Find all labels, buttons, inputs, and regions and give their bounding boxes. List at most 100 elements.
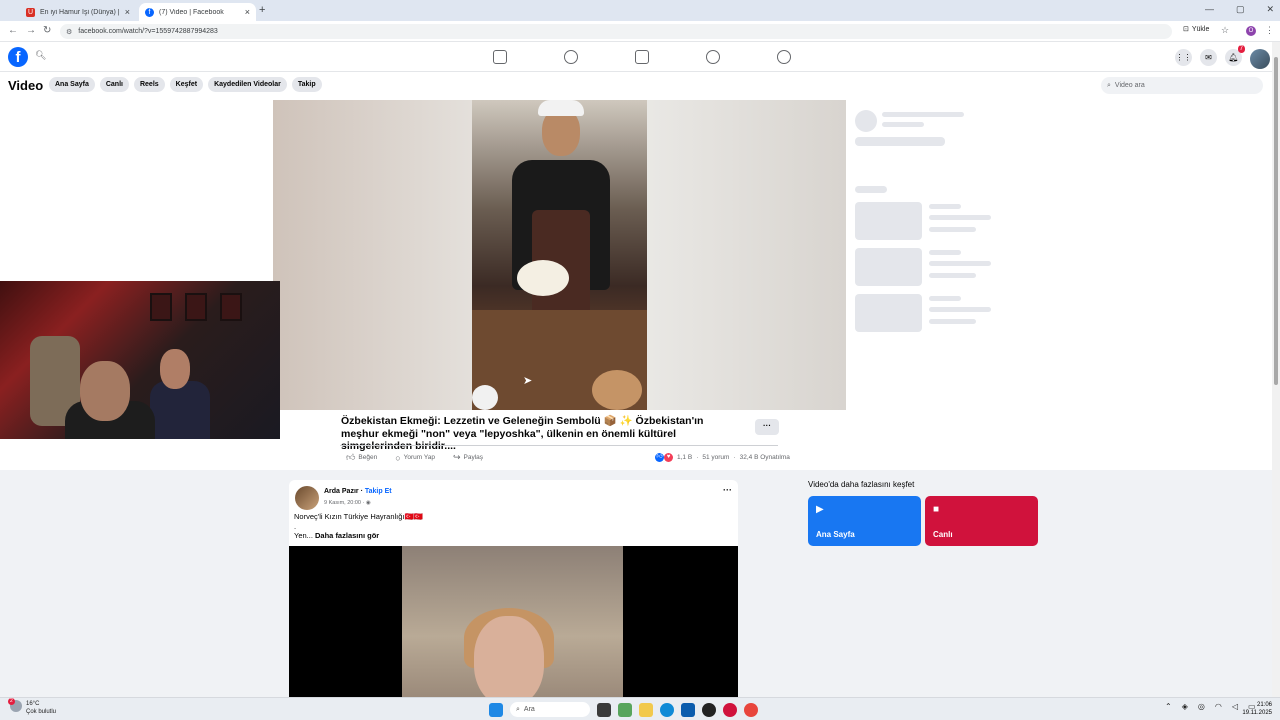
file-explorer-icon[interactable] <box>639 702 653 717</box>
skeleton-line <box>929 215 991 220</box>
love-reaction-icon: ♥ <box>664 453 673 462</box>
skeleton-line <box>929 204 961 209</box>
follow-button[interactable]: Takip Et <box>365 488 392 495</box>
comment-button[interactable]: ○ Yorum Yap <box>395 452 435 463</box>
video-search-input[interactable]: ⌕ Video ara <box>1101 77 1263 94</box>
task-view-icon[interactable] <box>597 702 611 717</box>
skeleton-thumb <box>855 202 922 240</box>
explore-title: Video'da daha fazlasını keşfet <box>808 480 915 489</box>
skeleton-line <box>855 186 887 193</box>
browser-tab-bar: U En iyi Hamur İşi (Dünya) | UwU × f (7)… <box>0 0 1280 21</box>
search-icon: ⌕ <box>516 705 520 713</box>
video-cup <box>472 385 498 410</box>
account-avatar[interactable] <box>1250 49 1270 69</box>
groups-icon[interactable] <box>706 50 720 64</box>
explore-card-home[interactable]: ▶ Ana Sayfa <box>808 496 921 546</box>
video-more-options-button[interactable]: ··· <box>755 419 779 435</box>
address-bar-row: ← → ↻ ⚙ facebook.com/watch/?v=1559742887… <box>0 21 1280 42</box>
comment-label: Yorum Yap <box>403 454 435 461</box>
tray-chevron-icon[interactable]: ⌃ <box>1165 702 1172 711</box>
forward-arrow-icon[interactable]: → <box>26 25 36 36</box>
skeleton-line <box>929 261 991 266</box>
edge-browser-icon[interactable] <box>660 702 674 717</box>
home-icon[interactable] <box>493 50 507 64</box>
friends-icon[interactable] <box>564 50 578 64</box>
facebook-logo[interactable]: f <box>8 47 28 67</box>
tab-close-icon[interactable]: × <box>245 7 250 17</box>
weather-badge: 2 <box>8 698 15 705</box>
post-author-avatar[interactable] <box>295 486 319 510</box>
weather-widget[interactable]: 2 16°C Çok bulutlu <box>8 698 57 716</box>
share-button[interactable]: ↪ Paylaş <box>453 452 483 463</box>
store-icon[interactable] <box>681 702 695 717</box>
browser-tab-facebook[interactable]: f (7) Video | Facebook × <box>139 3 256 21</box>
reaction-count[interactable]: 1,1 B <box>677 454 692 461</box>
weather-desc: Çok bulutlu <box>26 709 57 715</box>
windows-start-icon[interactable] <box>489 702 503 717</box>
install-app-button[interactable]: ⊡ Yükle <box>1183 25 1210 34</box>
menu-grid-icon[interactable]: ⋮⋮ <box>1175 49 1192 66</box>
skeleton-line <box>882 112 964 117</box>
volume-icon[interactable]: ◁ <box>1232 702 1238 711</box>
messenger-icon[interactable]: ✉ <box>1200 49 1217 66</box>
video-play-icon: ▶ <box>816 504 824 515</box>
browser-tab-uwu[interactable]: U En iyi Hamur İşi (Dünya) | UwU × <box>20 3 136 21</box>
post-text: Norveç'li Kızın Türkiye Hayranlığı🇹🇷🇹🇷 . <box>294 512 423 532</box>
scrollbar-thumb[interactable] <box>1274 57 1278 385</box>
share-label: Paylaş <box>463 454 484 461</box>
header-right-controls: ⋮⋮ ✉ 🔔︎ 7 <box>1175 45 1270 69</box>
post-video[interactable] <box>289 546 738 697</box>
browser-profile-avatar[interactable]: O <box>1246 26 1256 36</box>
pill-saved-videos[interactable]: Kaydedilen Videolar <box>208 77 287 92</box>
site-info-icon[interactable]: ⚙ <box>66 28 72 36</box>
pill-live[interactable]: Canlı <box>99 77 129 92</box>
post-menu-button[interactable]: ··· <box>723 485 732 495</box>
install-label: Yükle <box>1191 25 1210 33</box>
maximize-button[interactable]: ▢ <box>1236 4 1245 15</box>
close-window-button[interactable]: ✕ <box>1266 4 1274 15</box>
skeleton-line <box>855 137 945 146</box>
back-arrow-icon[interactable]: ← <box>8 25 18 36</box>
bookmark-star-icon[interactable]: ☆ <box>1221 25 1229 36</box>
explore-card-live[interactable]: ■ Canlı <box>925 496 1038 546</box>
facebook-header: f 🔍︎ ⋮⋮ ✉ 🔔︎ 7 <box>0 42 1280 72</box>
new-tab-button[interactable]: + <box>259 4 265 16</box>
windows-taskbar: 2 16°C Çok bulutlu ⌕ Ara ⌃ ◈ ◎ ◠ ◁ ▭ 21:… <box>0 697 1280 720</box>
app-icon[interactable] <box>723 702 737 717</box>
gaming-icon[interactable] <box>777 50 791 64</box>
reload-icon[interactable]: ↻ <box>43 25 51 36</box>
minimize-button[interactable]: — <box>1205 4 1214 15</box>
video-subnav: Video Ana Sayfa Canlı Reels Keşfet Kayde… <box>0 72 1280 99</box>
notifications-bell-icon[interactable]: 🔔︎ 7 <box>1225 45 1245 66</box>
chrome-icon[interactable] <box>744 702 758 717</box>
video-icon[interactable] <box>635 50 649 64</box>
like-reaction-icon: 👍︎ <box>655 453 664 462</box>
facebook-favicon-icon: f <box>145 7 154 17</box>
wall-frame <box>220 293 242 321</box>
widgets-icon[interactable] <box>618 702 632 717</box>
streamer-2-body <box>150 381 210 439</box>
post-author-line: Arda Pazır · Takip Et <box>324 488 392 495</box>
post-author-name[interactable]: Arda Pazır <box>324 488 359 495</box>
browser-menu-icon[interactable]: ⋮ <box>1265 25 1274 36</box>
taskbar-search[interactable]: ⌕ Ara <box>510 702 590 717</box>
tray-icon[interactable]: ◈ <box>1182 702 1188 711</box>
wifi-icon[interactable]: ◠ <box>1215 702 1222 711</box>
post-timestamp[interactable]: 9 Kasım, 20:00 <box>324 500 361 506</box>
pill-following[interactable]: Takip <box>291 77 322 92</box>
pill-explore[interactable]: Keşfet <box>169 77 204 92</box>
pill-reels[interactable]: Reels <box>133 77 165 92</box>
pill-home[interactable]: Ana Sayfa <box>49 77 95 92</box>
see-more-link[interactable]: Daha fazlasını gör <box>315 531 379 540</box>
tray-icon[interactable]: ◎ <box>1198 702 1205 711</box>
video-player[interactable]: ➤ <box>273 100 846 410</box>
like-button[interactable]: 👍︎ Beğen <box>346 452 377 463</box>
app-icon[interactable] <box>702 702 716 717</box>
url-field[interactable]: ⚙ facebook.com/watch/?v=1559742887994283 <box>60 24 1172 39</box>
taskbar-clock[interactable]: 21:06 19.11.2025 <box>1240 701 1272 717</box>
uwu-favicon-icon: U <box>26 7 35 17</box>
separator-dot: · <box>733 454 736 461</box>
comment-count[interactable]: 51 yorum <box>702 454 729 461</box>
search-icon[interactable]: 🔍︎ <box>35 50 46 61</box>
tab-close-icon[interactable]: × <box>125 7 130 17</box>
